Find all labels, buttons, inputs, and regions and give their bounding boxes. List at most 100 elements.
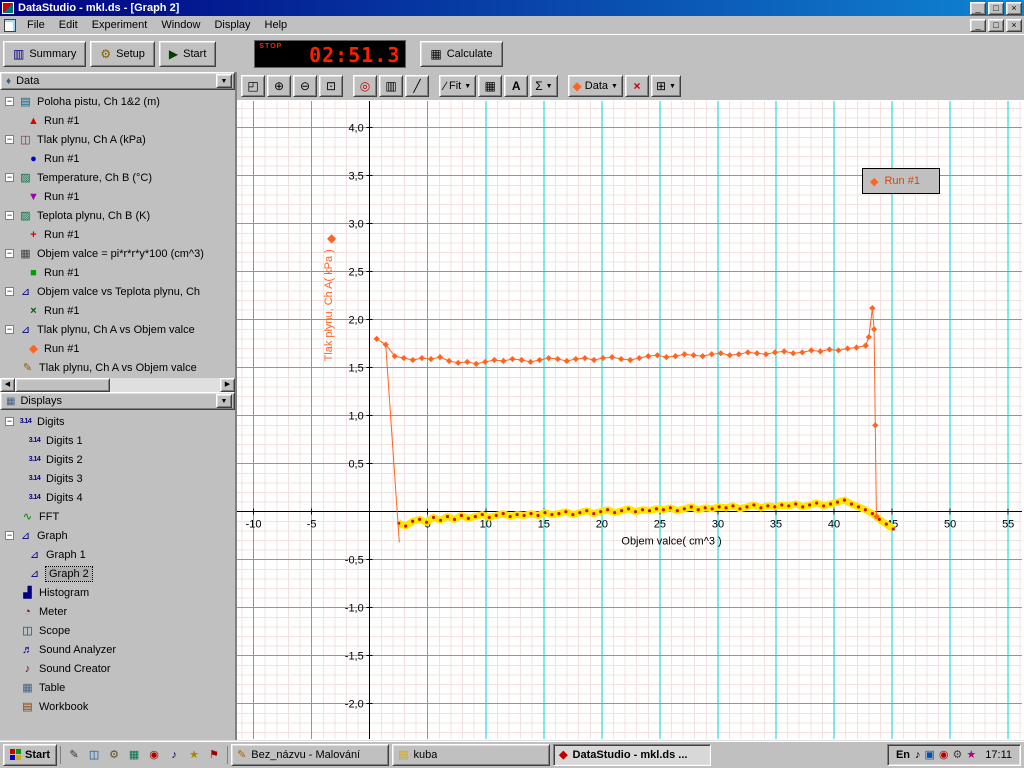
- graph-settings-menu-button[interactable]: ⊞▼: [651, 75, 681, 97]
- display-type-item[interactable]: ♬Sound Analyzer: [0, 640, 235, 659]
- tree-collapse-icon[interactable]: −: [5, 173, 14, 182]
- menu-help[interactable]: Help: [258, 17, 295, 33]
- display-type-item[interactable]: ∿FFT: [0, 507, 235, 526]
- tray-update-icon[interactable]: ★: [966, 749, 976, 761]
- data-menu-button[interactable]: ◆Data▼: [568, 75, 623, 97]
- graph-plot-area[interactable]: -10-55101520253035404550554,03,53,02,52,…: [237, 100, 1024, 740]
- data-source-item[interactable]: −◫Tlak plynu, Ch A (kPa): [0, 130, 235, 149]
- quicklaunch-7-icon[interactable]: ★: [185, 746, 203, 764]
- start-button[interactable]: ▶ Start: [159, 41, 216, 67]
- setup-button[interactable]: ⚙ Setup: [90, 41, 155, 67]
- tray-display-icon[interactable]: ▣: [925, 749, 935, 761]
- statistics-menu-button[interactable]: Σ▼: [530, 75, 557, 97]
- display-item[interactable]: 3.14Digits 1: [0, 431, 235, 450]
- menu-experiment[interactable]: Experiment: [85, 17, 155, 33]
- display-item[interactable]: ⊿Graph 1: [0, 545, 235, 564]
- run-item[interactable]: ×Run #1: [0, 301, 235, 320]
- display-item[interactable]: 3.14Digits 4: [0, 488, 235, 507]
- mdi-minimize-button[interactable]: _: [970, 19, 986, 32]
- data-source-item[interactable]: −▦Objem valce = pi*r*r*y*100 (cm^3): [0, 244, 235, 263]
- histogram-icon: ▟: [20, 587, 35, 599]
- graph-document-icon[interactable]: [4, 19, 16, 32]
- run-item[interactable]: ■Run #1: [0, 263, 235, 282]
- mdi-restore-button[interactable]: □: [988, 19, 1004, 32]
- run-item[interactable]: ▼Run #1: [0, 187, 235, 206]
- tree-collapse-icon[interactable]: −: [5, 287, 14, 296]
- display-type-item[interactable]: ◫Scope: [0, 621, 235, 640]
- language-indicator[interactable]: En: [896, 749, 910, 761]
- minimize-button[interactable]: _: [970, 2, 986, 15]
- hscroll-left-arrow[interactable]: ◀: [0, 378, 15, 392]
- data-source-item[interactable]: −▨Teplota plynu, Ch B (K): [0, 206, 235, 225]
- task-datastudio-button[interactable]: ◆DataStudio - mkl.ds ...: [553, 744, 711, 766]
- hscroll-thumb[interactable]: [15, 378, 110, 392]
- data-source-item[interactable]: −⊿Tlak plynu, Ch A vs Objem valce: [0, 320, 235, 339]
- display-type-item[interactable]: ▤Workbook: [0, 697, 235, 716]
- quicklaunch-6-icon[interactable]: ♪: [165, 746, 183, 764]
- summary-button[interactable]: ▥ Summary: [3, 41, 86, 67]
- task-paint-button[interactable]: ✎Bez_názvu - Malování: [231, 744, 389, 766]
- tree-collapse-icon[interactable]: −: [5, 97, 14, 106]
- start-menu-button[interactable]: Start: [3, 744, 57, 766]
- menu-window[interactable]: Window: [154, 17, 207, 33]
- graph-legend[interactable]: ◆ Run #1: [862, 168, 940, 194]
- close-button[interactable]: ×: [1006, 2, 1022, 15]
- run-item[interactable]: ●Run #1: [0, 149, 235, 168]
- display-type-item[interactable]: −⊿Graph: [0, 526, 235, 545]
- run-item[interactable]: ◆Run #1: [0, 339, 235, 358]
- quicklaunch-2-icon[interactable]: ◫: [85, 746, 103, 764]
- zoom-in-button[interactable]: ⊕: [267, 75, 291, 97]
- display-item[interactable]: 3.14Digits 2: [0, 450, 235, 469]
- tree-collapse-icon[interactable]: −: [5, 325, 14, 334]
- tree-collapse-icon[interactable]: −: [5, 211, 14, 220]
- quicklaunch-4-icon[interactable]: ▦: [125, 746, 143, 764]
- display-item[interactable]: ⊿Graph 2: [0, 564, 235, 583]
- show-time-button[interactable]: ▥: [379, 75, 403, 97]
- display-type-item[interactable]: ◔Meter: [0, 602, 235, 621]
- pressure-volume-chart[interactable]: -10-55101520253035404550554,03,53,02,52,…: [237, 100, 1022, 740]
- calculator-button[interactable]: ▦: [478, 75, 502, 97]
- fit-menu-button[interactable]: ∕Fit▼: [439, 75, 476, 97]
- task-kuba-folder-button[interactable]: ▤kuba: [392, 744, 550, 766]
- mdi-close-button[interactable]: ×: [1006, 19, 1022, 32]
- display-type-item[interactable]: ♪Sound Creator: [0, 659, 235, 678]
- menu-file[interactable]: File: [20, 17, 52, 33]
- run-item[interactable]: ▲Run #1: [0, 111, 235, 130]
- data-source-item[interactable]: −▤Poloha pistu, Ch 1&2 (m): [0, 92, 235, 111]
- data-source-item[interactable]: −▨Temperature, Ch B (°C): [0, 168, 235, 187]
- tray-antivirus-icon[interactable]: ◉: [939, 749, 949, 761]
- calculate-button[interactable]: ▦ Calculate: [420, 41, 502, 67]
- tree-collapse-icon[interactable]: −: [5, 135, 14, 144]
- data-source-item[interactable]: ✎Tlak plynu, Ch A vs Objem valce: [0, 358, 235, 377]
- delete-display-button[interactable]: ×: [625, 75, 649, 97]
- text-annotation-button[interactable]: A: [504, 75, 528, 97]
- quicklaunch-8-icon[interactable]: ⚑: [205, 746, 223, 764]
- display-item[interactable]: 3.14Digits 3: [0, 469, 235, 488]
- tree-collapse-icon[interactable]: −: [5, 417, 14, 426]
- quicklaunch-5-icon[interactable]: ◉: [145, 746, 163, 764]
- run-item[interactable]: +Run #1: [0, 225, 235, 244]
- scale-to-fit-button[interactable]: ◰: [241, 75, 265, 97]
- quicklaunch-3-icon[interactable]: ⚙: [105, 746, 123, 764]
- data-source-item[interactable]: −⊿Objem valce vs Teplota plynu, Ch: [0, 282, 235, 301]
- displays-panel-menu-button[interactable]: ▼: [216, 394, 232, 408]
- zoom-out-button[interactable]: ⊖: [293, 75, 317, 97]
- quicklaunch-1-icon[interactable]: ✎: [65, 746, 83, 764]
- smart-tool-button[interactable]: ◎: [353, 75, 377, 97]
- tree-collapse-icon[interactable]: −: [5, 531, 14, 540]
- display-type-item[interactable]: ▟Histogram: [0, 583, 235, 602]
- menu-display[interactable]: Display: [207, 17, 257, 33]
- data-panel-menu-button[interactable]: ▼: [216, 74, 232, 88]
- tray-volume-icon[interactable]: ♪: [915, 749, 921, 761]
- menu-edit[interactable]: Edit: [52, 17, 85, 33]
- tree-collapse-icon[interactable]: −: [5, 249, 14, 258]
- restore-button[interactable]: □: [988, 2, 1004, 15]
- display-type-item[interactable]: −3.14Digits: [0, 412, 235, 431]
- run1-selected-points[interactable]: [397, 499, 895, 531]
- y-axis-series-marker-icon[interactable]: ◆: [327, 231, 336, 245]
- zoom-select-button[interactable]: ⊡: [319, 75, 343, 97]
- tray-scheduler-icon[interactable]: ⚙: [953, 749, 963, 761]
- hscroll-right-arrow[interactable]: ▶: [220, 378, 235, 392]
- display-type-item[interactable]: ▦Table: [0, 678, 235, 697]
- slope-tool-button[interactable]: ╱: [405, 75, 429, 97]
